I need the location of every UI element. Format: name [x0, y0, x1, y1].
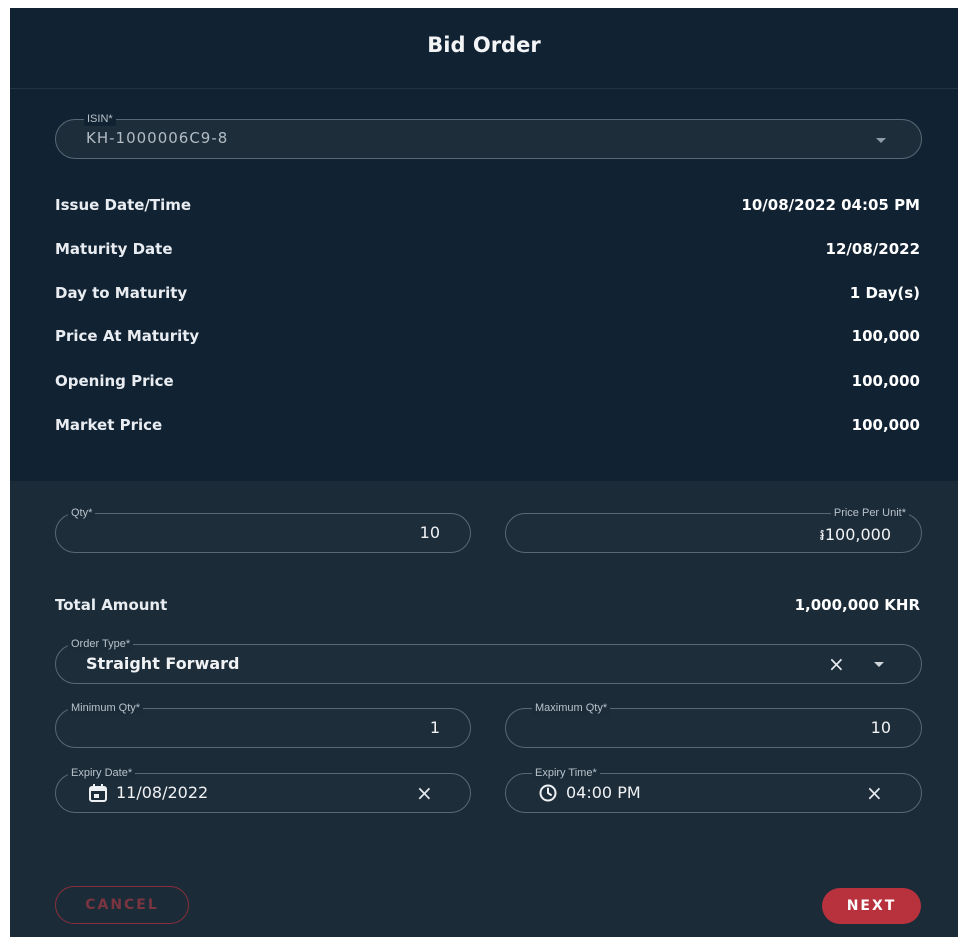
- bid-order-dialog: Bid Order ISIN* KH-1000006C9-8 Issue Dat…: [10, 8, 958, 937]
- order-type-label: Order Type*: [68, 637, 134, 651]
- expiry-time-value: 04:00 PM: [566, 783, 641, 802]
- maturity-date-label: Maturity Date: [55, 240, 173, 258]
- day-to-maturity-value: 1 Day(s): [849, 284, 920, 302]
- maximum-qty-value: 10: [870, 718, 891, 737]
- day-to-maturity-label: Day to Maturity: [55, 284, 188, 302]
- isin-select[interactable]: ISIN* KH-1000006C9-8: [55, 112, 922, 159]
- calendar-icon[interactable]: [89, 784, 107, 802]
- cancel-button[interactable]: CANCEL: [55, 886, 189, 924]
- price-at-maturity-label: Price At Maturity: [55, 327, 200, 345]
- maximum-qty-input[interactable]: Maximum Qty* 10: [505, 701, 922, 748]
- opening-price-label: Opening Price: [55, 372, 174, 390]
- bond-details-panel: ISIN* KH-1000006C9-8 Issue Date/Time 10/…: [10, 89, 958, 481]
- dialog-header: Bid Order: [10, 8, 958, 89]
- price-per-unit-input[interactable]: Price Per Unit* ៛100,000: [505, 506, 922, 553]
- opening-price-value: 100,000: [851, 372, 920, 390]
- market-price-value: 100,000: [851, 416, 920, 434]
- maturity-date-value: 12/08/2022: [825, 240, 920, 258]
- next-button[interactable]: NEXT: [822, 888, 921, 924]
- minimum-qty-label: Minimum Qty*: [68, 701, 144, 715]
- maximum-qty-label: Maximum Qty*: [532, 701, 611, 715]
- expiry-date-value: 11/08/2022: [116, 783, 209, 802]
- total-amount-value: 1,000,000 KHR: [794, 596, 920, 614]
- expiry-date-input[interactable]: Expiry Date* 11/08/2022 ×: [55, 766, 471, 813]
- clear-expiry-time-icon[interactable]: ×: [866, 783, 883, 803]
- price-per-unit-value: ៛100,000: [819, 525, 891, 544]
- expiry-time-input[interactable]: Expiry Time* 04:00 PM ×: [505, 766, 922, 813]
- minimum-qty-value: 1: [429, 718, 440, 737]
- clear-expiry-date-icon[interactable]: ×: [416, 783, 433, 803]
- clock-icon[interactable]: [539, 784, 557, 802]
- isin-dropdown-icon[interactable]: [876, 138, 886, 143]
- isin-label: ISIN*: [84, 112, 116, 126]
- order-type-dropdown-icon[interactable]: [874, 662, 884, 667]
- order-type-select[interactable]: Order Type* Straight Forward ×: [55, 637, 922, 684]
- expiry-date-label: Expiry Date*: [68, 766, 136, 780]
- total-amount-label: Total Amount: [55, 596, 168, 614]
- issue-date-label: Issue Date/Time: [55, 196, 192, 214]
- clear-order-type-icon[interactable]: ×: [828, 654, 845, 674]
- qty-input[interactable]: Qty* 10: [55, 506, 471, 553]
- market-price-label: Market Price: [55, 416, 163, 434]
- price-at-maturity-value: 100,000: [851, 327, 920, 345]
- minimum-qty-input[interactable]: Minimum Qty* 1: [55, 701, 471, 748]
- isin-value: KH-1000006C9-8: [86, 129, 229, 147]
- qty-value: 10: [419, 523, 440, 542]
- order-form-panel: Qty* 10 Price Per Unit* ៛100,000 Total A…: [10, 481, 958, 937]
- expiry-time-label: Expiry Time*: [532, 766, 600, 780]
- qty-label: Qty*: [68, 506, 96, 520]
- dialog-title: Bid Order: [427, 33, 541, 57]
- issue-date-value: 10/08/2022 04:05 PM: [741, 196, 920, 214]
- price-per-unit-label: Price Per Unit*: [830, 506, 909, 520]
- order-type-value: Straight Forward: [86, 654, 240, 673]
